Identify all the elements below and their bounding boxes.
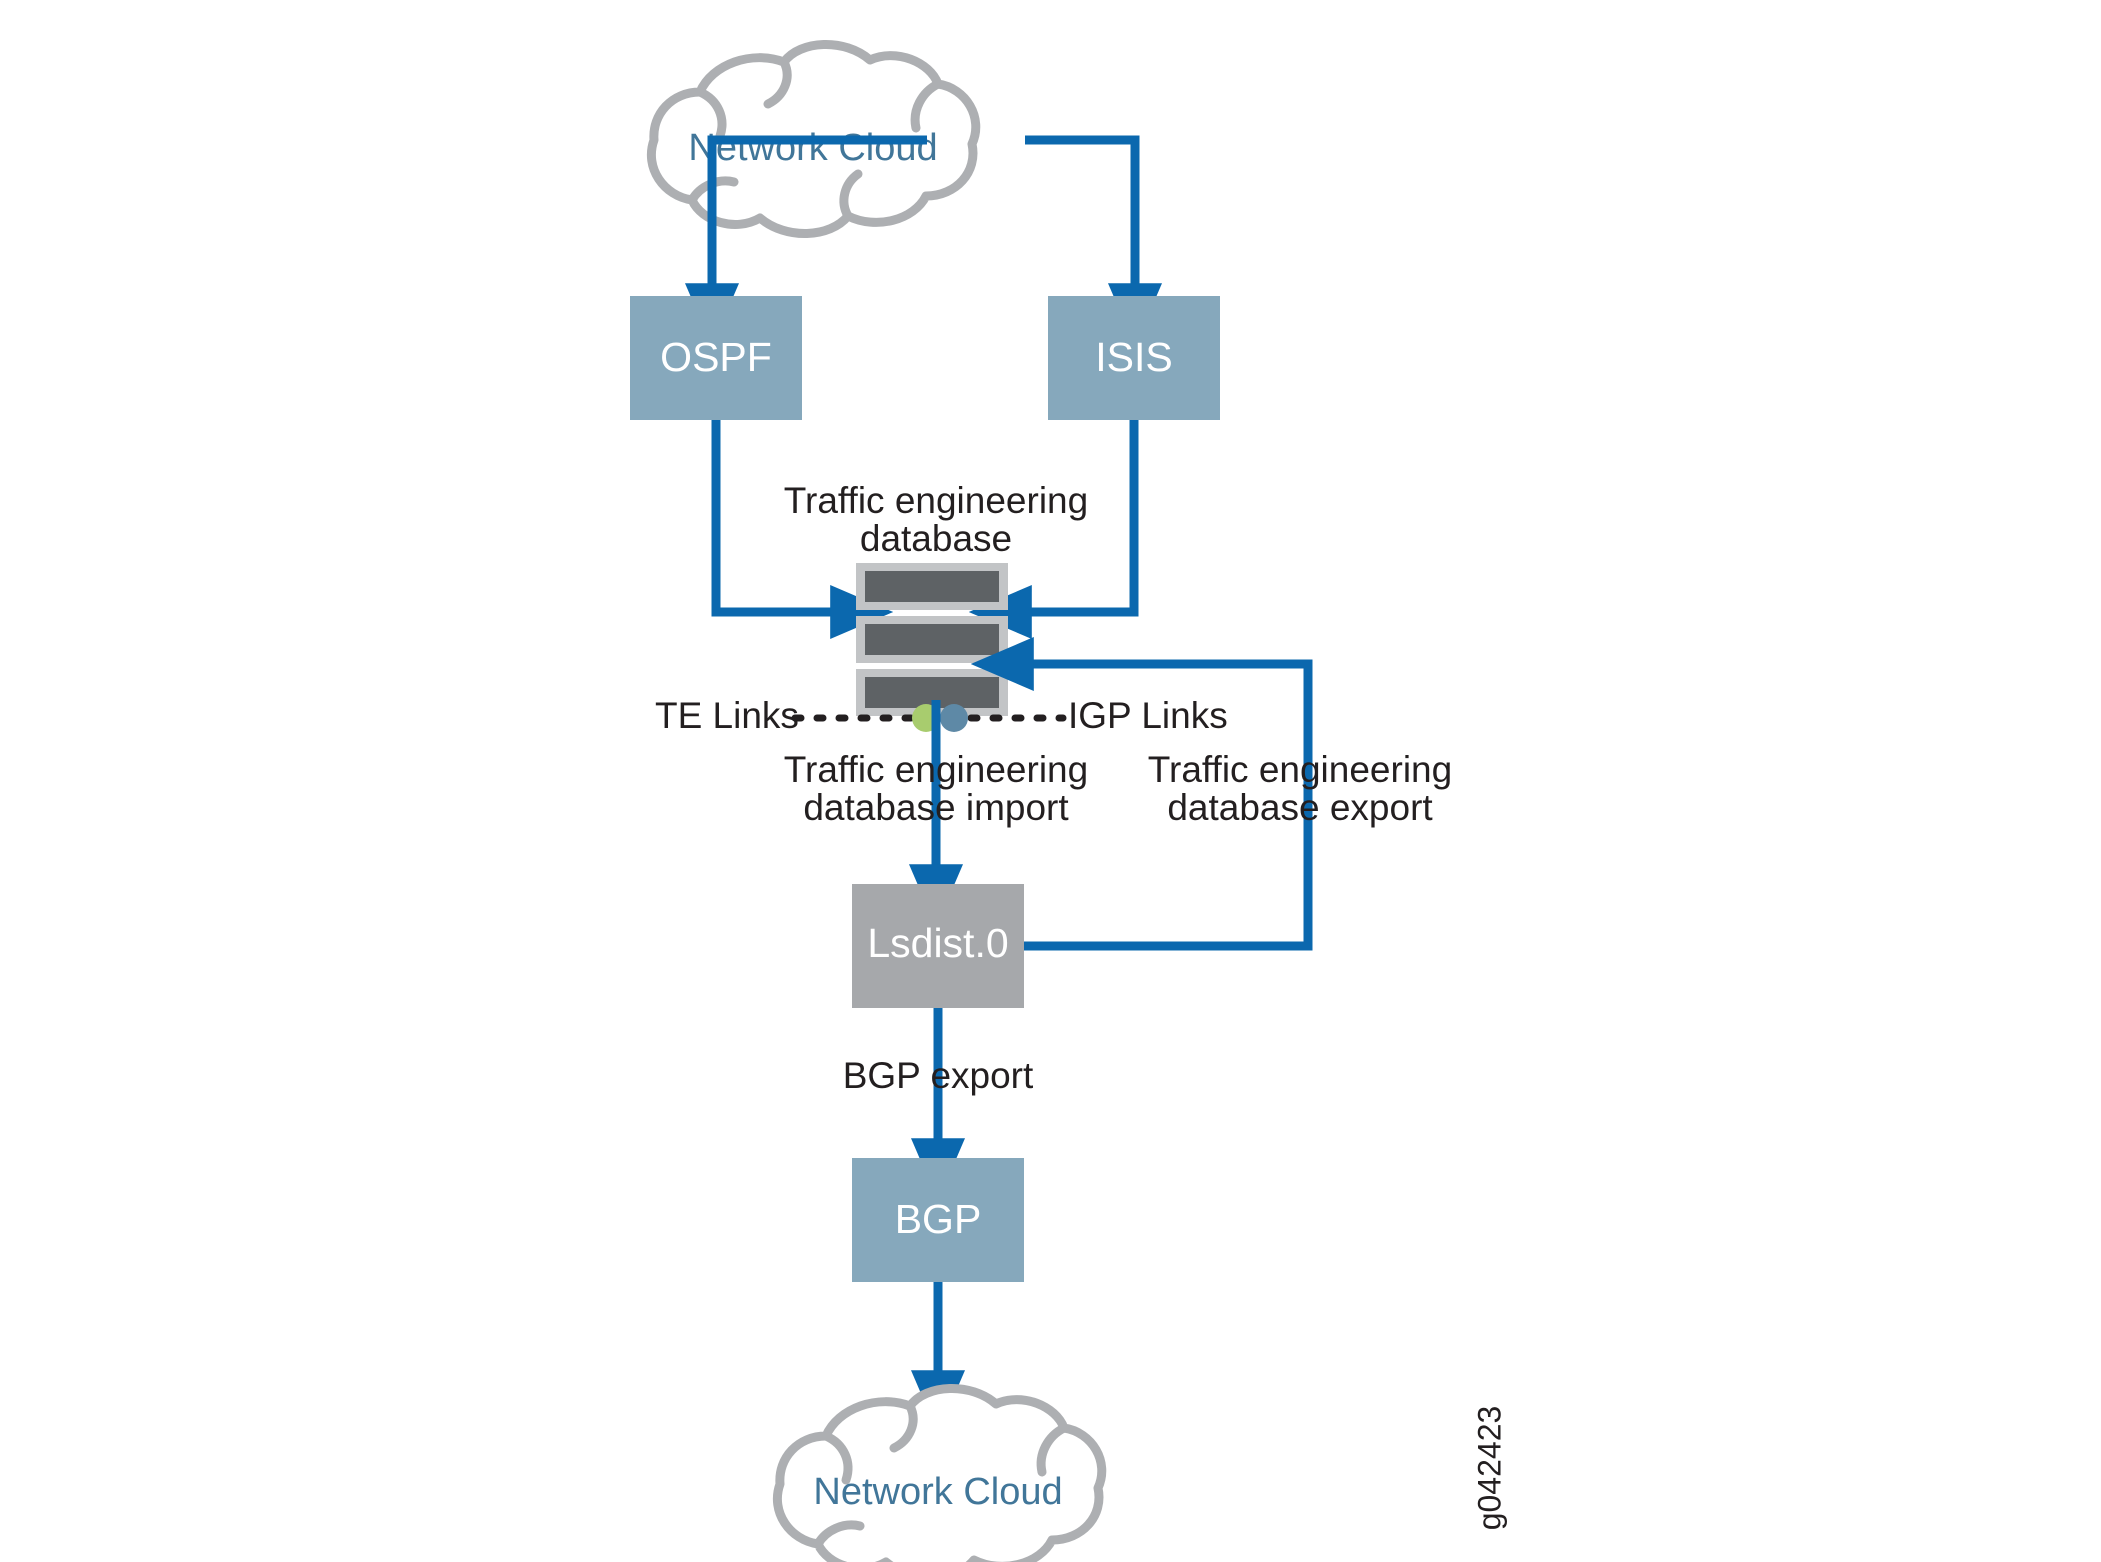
figure-id: g042423 [1471,1406,1507,1531]
bgp-label: BGP [895,1196,982,1242]
bgp-export-label: BGP export [843,1055,1034,1096]
network-diagram: Network Cloud OSPF ISIS Traffic engineer… [0,0,2101,1562]
ospf-node: OSPF [630,296,802,420]
lsdist-label: Lsdist.0 [867,920,1008,966]
lsdist-node: Lsdist.0 [852,884,1024,1008]
isis-label: ISIS [1095,334,1172,380]
database-bar [856,563,1008,610]
figure-id-label: g042423 [1471,1406,1507,1531]
bottom-cloud-label: Network Cloud [813,1471,1062,1513]
database-title-line1: Traffic engineering [784,480,1088,521]
ospf-label: OSPF [660,334,772,380]
bgp-node: BGP [852,1158,1024,1282]
igp-links-label: IGP Links [1068,695,1228,736]
import-label-line1: Traffic engineering [784,749,1088,790]
igp-link-dot-icon [940,704,968,732]
import-label-line2: database import [803,787,1069,828]
export-label-line1: Traffic engineering [1148,749,1452,790]
database-title-line2: database [860,518,1012,559]
top-cloud-label: Network Cloud [688,127,937,169]
isis-node: ISIS [1048,296,1220,420]
te-links-label: TE Links [655,695,799,736]
database-bar [856,616,1008,663]
export-label-line2: database export [1167,787,1433,828]
